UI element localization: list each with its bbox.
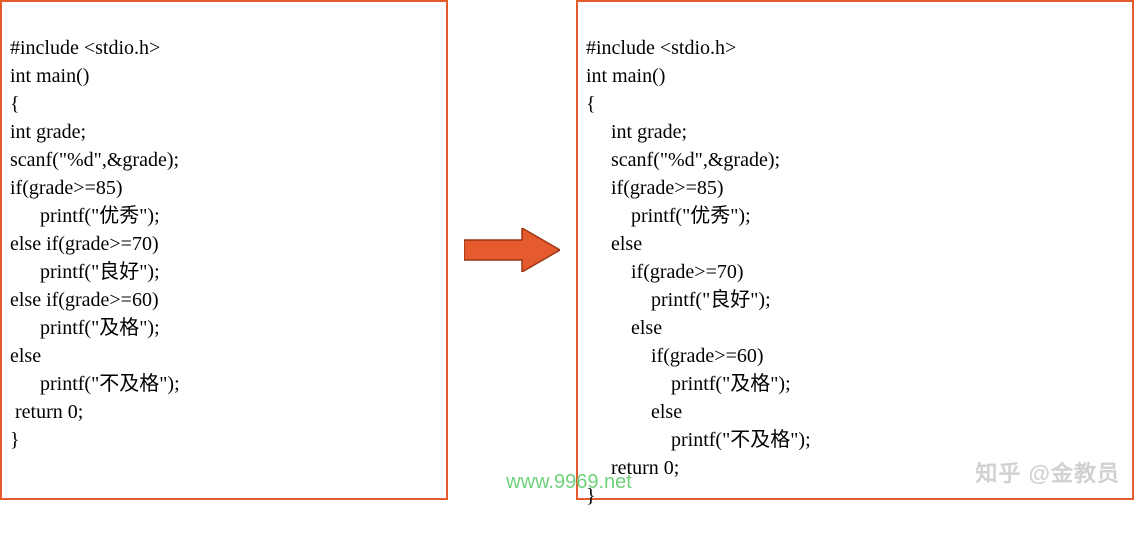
code-line: { [586, 93, 596, 115]
arrow-right-icon [464, 228, 560, 272]
code-line: printf("优秀"); [10, 205, 160, 227]
code-line: printf("不及格"); [586, 429, 811, 451]
code-panel-left: #include <stdio.h> int main() { int grad… [0, 0, 448, 500]
code-line: } [586, 485, 596, 507]
code-line: #include <stdio.h> [586, 37, 736, 59]
code-line: int grade; [586, 121, 687, 143]
code-line: scanf("%d",&grade); [586, 149, 780, 171]
code-line: if(grade>=85) [10, 177, 123, 199]
code-line: #include <stdio.h> [10, 37, 160, 59]
code-line: return 0; [586, 457, 679, 479]
code-line: return 0; [10, 401, 83, 423]
code-line: int grade; [10, 121, 86, 143]
code-line: else if(grade>=60) [10, 289, 159, 311]
code-line: scanf("%d",&grade); [10, 149, 179, 171]
code-line: printf("良好"); [586, 289, 771, 311]
code-panel-right: #include <stdio.h> int main() { int grad… [576, 0, 1134, 500]
code-line: if(grade>=60) [586, 345, 764, 367]
code-line: if(grade>=85) [586, 177, 724, 199]
code-line: } [10, 429, 20, 451]
code-line: printf("及格"); [586, 373, 791, 395]
code-line: else [586, 317, 662, 339]
code-line: else [10, 345, 41, 367]
arrow-gap [448, 0, 576, 500]
code-line: printf("及格"); [10, 317, 160, 339]
code-line: int main() [586, 65, 665, 87]
code-line: int main() [10, 65, 89, 87]
code-line: else [586, 233, 642, 255]
code-line: else if(grade>=70) [10, 233, 159, 255]
code-line: printf("优秀"); [586, 205, 751, 227]
code-line: printf("不及格"); [10, 373, 180, 395]
code-line: if(grade>=70) [586, 261, 744, 283]
code-line: else [586, 401, 682, 423]
code-line: printf("良好"); [10, 261, 160, 283]
code-line: { [10, 93, 20, 115]
